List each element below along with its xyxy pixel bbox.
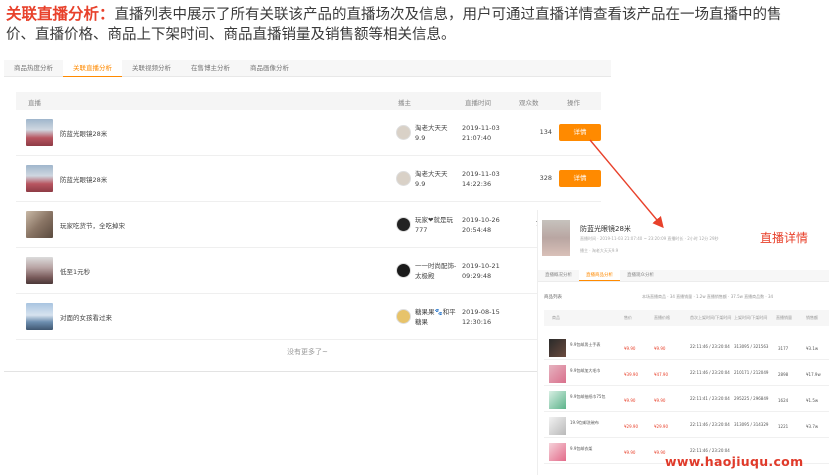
live-name[interactable]: 低至1元秒 <box>60 266 90 276</box>
watermark: www.haojiuqu.com <box>665 454 804 469</box>
host-name[interactable]: 一一时尚配饰-太极殿 <box>415 261 457 281</box>
table-row: 玩家吃货节，全吃掉宋 玩家❤就是玩 777 2019-10-26 20:54:48… <box>16 202 601 248</box>
detail-tab-bar: 直播概况分析 直播商品分析 直播观众分析 <box>538 270 829 282</box>
views-count: 328 <box>539 174 552 182</box>
live-thumbnail[interactable] <box>26 165 53 192</box>
detail-title: 防蓝光眼镜28米 <box>580 225 631 233</box>
detail-button[interactable]: 详情 <box>559 170 601 187</box>
analysis-panel: 商品热度分析 关联直播分析 关联视频分析 在售博主分析 商品画像分析 直播 播主… <box>4 60 611 375</box>
live-time: 2019-10-21 09:29:48 <box>462 262 500 280</box>
live-name[interactable]: 防蓝光眼镜28米 <box>60 174 107 184</box>
table-row: 防蓝光眼镜28米 淘老大天天9.9 2019-11-03 21:07:40 134… <box>16 110 601 156</box>
detail-table-header: 商品 售价 直播价格 首次上架时间/下架时间 上架时间/下架时间 直播销量 销售… <box>544 310 829 326</box>
column-live: 直播 <box>28 99 41 107</box>
detail-product-row: 9.9包邮加大毛巾 ¥39.90 ¥47.90 22:11:46 / 23:20… <box>544 362 829 386</box>
detail-thumbnail <box>542 220 570 256</box>
tab-product-profile[interactable]: 商品画像分析 <box>240 60 299 77</box>
host-name[interactable]: 淘老大天天9.9 <box>415 123 457 143</box>
screenshot-root: 关联直播分析：直播列表中展示了所有关联该产品的直播场次及信息，用户可通过直播详情… <box>0 0 829 475</box>
headline-title: 关联直播分析： <box>6 5 115 23</box>
divider <box>4 371 611 372</box>
host-name[interactable]: 玩家❤就是玩 777 <box>415 215 457 235</box>
live-name[interactable]: 玩家吃货节，全吃掉宋 <box>60 220 125 230</box>
product-image <box>549 391 566 409</box>
tab-seller-analysis[interactable]: 在售博主分析 <box>181 60 240 77</box>
host-avatar <box>396 125 411 140</box>
table-row: 防蓝光眼镜28米 淘老大天天9.9 2019-11-03 14:22:36 328… <box>16 156 601 202</box>
host-name[interactable]: 糖果果🐾和平糖果 <box>415 307 457 327</box>
tab-live-products[interactable]: 直播商品分析 <box>579 270 620 281</box>
detail-subtitle: 直播时间 · 2019-11-03 21:07:40 ~ 23:20:09 直播… <box>580 236 719 241</box>
detail-product-row: 9.9包邮抽纸巾75包 ¥9.90 ¥9.90 22:11:41 / 23:20… <box>544 388 829 412</box>
live-detail-panel: 防蓝光眼镜28米 直播时间 · 2019-11-03 21:07:40 ~ 23… <box>537 210 829 475</box>
headline-body: 直播列表中展示了所有关联该产品的直播场次及信息，用户可通过直播详情查看该产品在一… <box>6 7 782 43</box>
live-thumbnail[interactable] <box>26 303 53 330</box>
live-thumbnail[interactable] <box>26 119 53 146</box>
live-time: 2019-11-03 21:07:40 <box>462 124 500 142</box>
product-image <box>549 443 566 461</box>
tab-bar: 商品热度分析 关联直播分析 关联视频分析 在售博主分析 商品画像分析 <box>4 60 611 77</box>
product-image <box>549 365 566 383</box>
host-avatar <box>396 217 411 232</box>
detail-callout-label: 直播详情 <box>760 231 809 245</box>
product-image <box>549 339 566 357</box>
product-list-label: 商品列表 <box>544 295 562 300</box>
table-row: 低至1元秒 一一时尚配饰-太极殿 2019-10-2109:29:48 41 <box>16 248 601 294</box>
host-name[interactable]: 淘老大天天9.9 <box>415 169 457 189</box>
detail-host: 播主 · 淘老大天天9.9 <box>580 248 619 253</box>
detail-stats: 本场直播商品 · 34 直播销量 · 1.2w 直播销售额 · 37.5w 直播… <box>642 294 774 299</box>
tab-related-video[interactable]: 关联视频分析 <box>122 60 181 77</box>
product-image <box>549 417 566 435</box>
detail-button[interactable]: 详情 <box>559 124 601 141</box>
tab-live-overview[interactable]: 直播概况分析 <box>538 270 579 281</box>
live-time: 2019-11-03 14:22:36 <box>462 170 500 188</box>
live-time: 2019-08-15 12:30:16 <box>462 308 500 326</box>
headline: 关联直播分析：直播列表中展示了所有关联该产品的直播场次及信息，用户可通过直播详情… <box>6 4 806 45</box>
tab-related-live[interactable]: 关联直播分析 <box>63 60 122 77</box>
table-header: 直播 播主 直播时间 观众数 操作 <box>16 92 601 110</box>
column-action: 操作 <box>567 99 580 107</box>
live-thumbnail[interactable] <box>26 257 53 284</box>
live-thumbnail[interactable] <box>26 211 53 238</box>
host-avatar <box>396 309 411 324</box>
column-host: 播主 <box>398 99 411 107</box>
tab-live-audience[interactable]: 直播观众分析 <box>620 270 661 281</box>
live-time: 2019-10-26 20:54:48 <box>462 216 500 234</box>
live-name[interactable]: 防蓝光眼镜28米 <box>60 128 107 138</box>
host-avatar <box>396 263 411 278</box>
host-avatar <box>396 171 411 186</box>
no-more-text: 没有更多了~ <box>287 348 328 356</box>
table-row: 对面的女孩看过来 糖果果🐾和平糖果 2019-08-1512:30:16 97 <box>16 294 601 340</box>
column-views: 观众数 <box>519 99 539 107</box>
tab-product-heat[interactable]: 商品热度分析 <box>4 60 63 77</box>
detail-product-row: 19.9包邮洗碗布 ¥29.90 ¥29.90 22:11:46 / 23:20… <box>544 414 829 438</box>
views-count: 134 <box>539 128 552 136</box>
detail-product-row: 9.9包邮男士手表 ¥9.90 ¥9.90 22:11:46 / 23:20:0… <box>544 336 829 360</box>
live-name[interactable]: 对面的女孩看过来 <box>60 312 112 322</box>
column-time: 直播时间 <box>465 99 491 107</box>
